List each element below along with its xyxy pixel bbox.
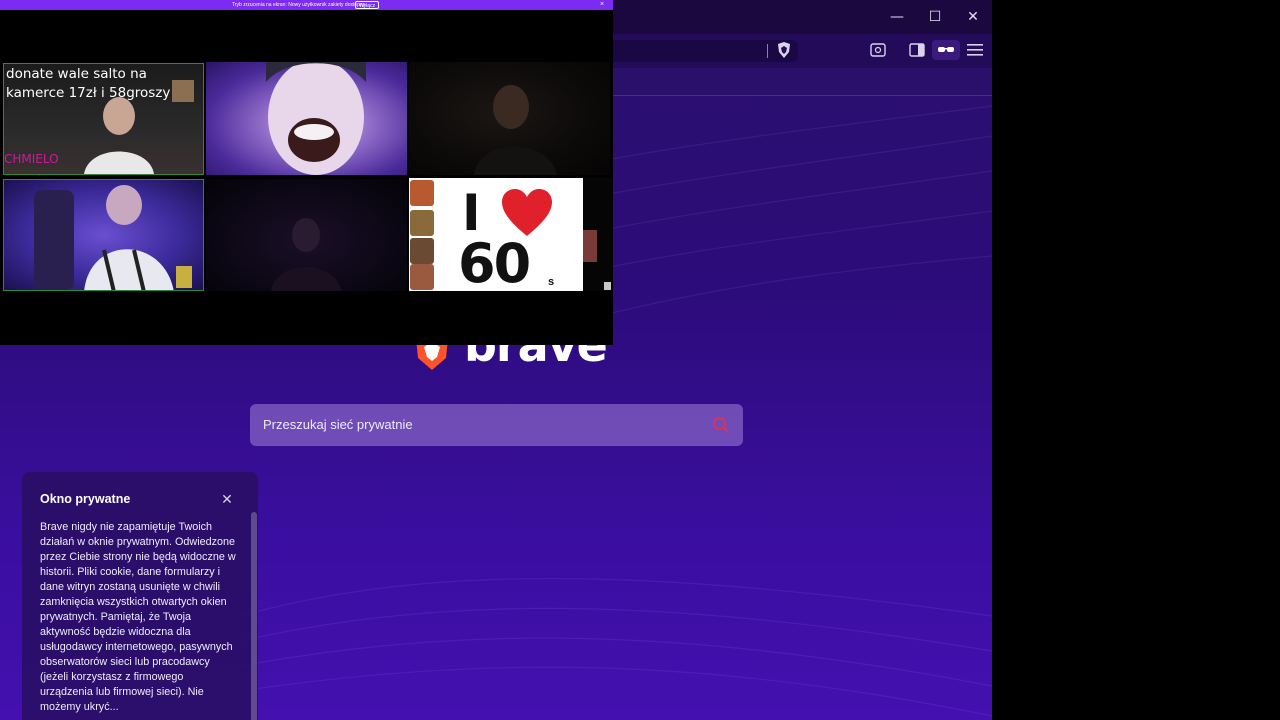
banner-close-button[interactable]: × [600,0,604,10]
private-card-title: Okno prywatne [40,492,131,506]
private-search-input[interactable]: Przeszukaj sieć prywatnie [250,404,743,446]
minimize-button[interactable]: — [878,4,916,30]
search-icon[interactable] [712,416,730,434]
close-window-button[interactable]: ✕ [954,4,992,30]
video-tile[interactable] [206,62,407,175]
video-tile-strip [583,178,613,291]
banner-disable-button[interactable]: Wyłącz [355,1,380,9]
video-call-overlay: Tryb zrzucenia na ekran: Nowy użytkownik… [0,0,613,345]
card-scrollbar[interactable] [251,512,257,720]
sticker-s: s [548,276,555,288]
food-image [410,264,434,290]
avatar [176,266,192,288]
food-image [410,180,434,206]
video-tile[interactable] [206,179,407,291]
person-silhouette [266,62,366,175]
banner-text: Tryb zrzucenia na ekran: Nowy użytkownik… [232,2,366,8]
heart-icon [502,189,552,236]
private-card-body: Brave nigdy nie zapamiętuje Twoich dział… [40,521,236,713]
close-icon[interactable]: ✕ [219,492,235,508]
person-silhouette [84,97,154,174]
sticker-sixty: 60 [458,232,531,295]
person-silhouette [34,185,174,290]
video-tile[interactable] [409,62,610,175]
private-window-info-card: Okno prywatne ✕ Brave nigdy nie zapamięt… [22,472,258,720]
maximize-button[interactable]: ☐ [916,4,954,30]
thumbnail [583,230,597,262]
food-image [410,210,434,236]
thumbnail [604,282,611,290]
donate-caption: donate wale salto na kamerce 17zł i 58gr… [6,66,171,101]
wallet-icon[interactable] [867,40,889,60]
person-silhouette [271,218,341,291]
private-mode-icon[interactable] [932,40,960,60]
search-placeholder: Przeszukaj sieć prywatnie [263,417,413,432]
participant-name: CHMIELO [4,152,59,166]
sidebar-toggle-icon[interactable] [906,40,928,60]
screen-share-banner: Tryb zrzucenia na ekran: Nowy użytkownik… [0,0,613,10]
address-bar[interactable] [612,40,798,62]
video-tile[interactable] [3,179,204,291]
person-silhouette [474,85,557,175]
brave-shields-icon[interactable] [777,42,791,58]
sticker-letter-i: I [462,184,481,242]
address-divider [767,44,768,58]
food-image [410,238,434,264]
menu-icon[interactable] [964,40,986,60]
video-tile[interactable]: donate wale salto na kamerce 17zł i 58gr… [3,63,204,175]
